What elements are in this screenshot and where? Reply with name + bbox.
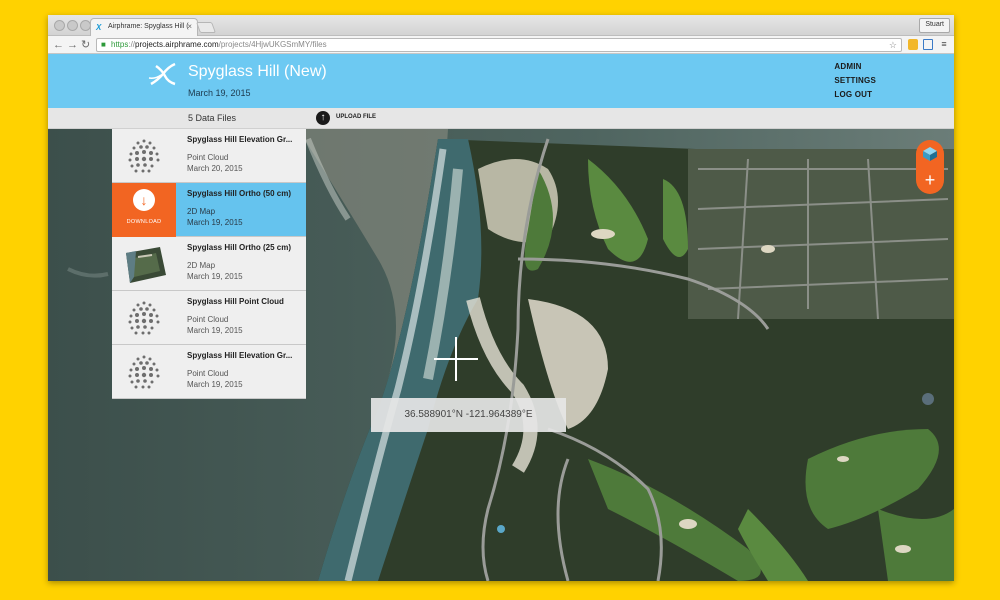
file-type: Point Cloud — [187, 153, 229, 162]
browser-toolbar: ← → ↻ ■ https://projects.airphrame.com/p… — [48, 36, 954, 54]
point-cloud-icon — [128, 301, 160, 335]
files-toolbar: 5 Data Files ↑ UPLOAD FILE — [48, 108, 954, 129]
browser-menu-icon[interactable]: ≡ — [939, 39, 949, 50]
url-separator: :// — [128, 40, 136, 49]
file-date: March 19, 2015 — [187, 380, 243, 389]
upload-label: UPLOAD FILE — [336, 114, 376, 120]
add-layer-button[interactable]: + — [916, 169, 944, 191]
project-title: Spyglass Hill (New) — [188, 63, 327, 80]
file-date: March 19, 2015 — [187, 326, 243, 335]
back-arrow-icon[interactable]: ← — [53, 38, 64, 52]
ortho-thumbnail-image — [126, 247, 166, 283]
crosshair-icon — [434, 337, 478, 381]
file-date: March 20, 2015 — [187, 164, 243, 173]
airphrame-logo-icon[interactable] — [148, 60, 178, 88]
project-date: March 19, 2015 — [188, 88, 251, 98]
close-window-button[interactable] — [54, 20, 65, 31]
file-item[interactable]: Spyglass Hill Elevation Gr... Point Clou… — [112, 129, 306, 183]
files-panel: Spyglass Hill Elevation Gr... Point Clou… — [112, 129, 306, 399]
file-name: Spyglass Hill Ortho (50 cm) — [187, 189, 292, 198]
file-name: Spyglass Hill Point Cloud — [187, 297, 284, 306]
map-tools: + — [916, 140, 944, 194]
minimize-window-button[interactable] — [67, 20, 78, 31]
file-type: Point Cloud — [187, 369, 229, 378]
point-cloud-icon — [128, 139, 160, 173]
airphrame-favicon-icon: X — [96, 23, 102, 32]
file-item[interactable]: Spyglass Hill Point Cloud Point Cloud Ma… — [112, 291, 306, 345]
file-type: 2D Map — [187, 207, 216, 216]
app-header: Spyglass Hill (New) March 19, 2015 ADMIN… — [48, 54, 954, 108]
file-type: Point Cloud — [187, 315, 229, 324]
menu-logout-link[interactable]: LOG OUT — [834, 88, 876, 102]
file-item-active[interactable]: ↓ DOWNLOAD Spyglass Hill Ortho (50 cm) 2… — [112, 183, 306, 237]
browser-tab[interactable]: X Airphrame: Spyglass Hill ( × — [90, 18, 198, 37]
menu-settings-link[interactable]: SETTINGS — [834, 74, 876, 88]
file-count: 5 Data Files — [188, 113, 237, 123]
file-name: Spyglass Hill Elevation Gr... — [187, 135, 293, 144]
url-host: projects.airphrame.com — [135, 40, 219, 49]
upload-arrow-icon: ↑ — [316, 111, 330, 125]
user-menu: ADMIN SETTINGS LOG OUT — [834, 60, 876, 102]
browser-window: X Airphrame: Spyglass Hill ( × Stuart ← … — [48, 15, 954, 581]
profile-button[interactable]: Stuart — [919, 18, 950, 33]
screen-capture-icon[interactable] — [923, 39, 933, 50]
point-cloud-icon — [128, 355, 160, 389]
file-type: 2D Map — [187, 261, 216, 270]
download-icon: ↓ — [133, 189, 155, 211]
bookmark-star-icon[interactable]: ☆ — [889, 39, 897, 51]
file-date: March 19, 2015 — [187, 218, 243, 227]
file-item[interactable]: Spyglass Hill Ortho (25 cm) 2D Map March… — [112, 237, 306, 291]
download-button[interactable]: ↓ DOWNLOAD — [112, 183, 176, 237]
layers-cube-icon[interactable] — [921, 145, 939, 163]
url-path: /projects/4HjwUKGSmMY/files — [218, 40, 327, 49]
file-date: March 19, 2015 — [187, 272, 243, 281]
browser-titlebar: X Airphrame: Spyglass Hill ( × Stuart — [48, 15, 954, 37]
download-label: DOWNLOAD — [126, 219, 162, 225]
address-bar[interactable]: ■ https://projects.airphrame.com/project… — [96, 38, 902, 52]
menu-admin-link[interactable]: ADMIN — [834, 60, 876, 74]
tab-title: Airphrame: Spyglass Hill ( — [108, 23, 189, 30]
coordinates-readout: 36.588901°N -121.964389°E — [371, 398, 566, 432]
file-name: Spyglass Hill Ortho (25 cm) — [187, 243, 292, 252]
file-name: Spyglass Hill Elevation Gr... — [187, 351, 293, 360]
reload-icon[interactable]: ↻ — [81, 38, 90, 52]
tab-close-icon[interactable]: × — [187, 22, 192, 31]
lock-icon: ■ — [101, 40, 106, 49]
forward-arrow-icon[interactable]: → — [67, 38, 78, 52]
url-scheme: https — [111, 40, 129, 49]
new-tab-button[interactable] — [195, 22, 217, 33]
file-item[interactable]: Spyglass Hill Elevation Gr... Point Clou… — [112, 345, 306, 399]
extension-icon[interactable] — [908, 39, 918, 50]
